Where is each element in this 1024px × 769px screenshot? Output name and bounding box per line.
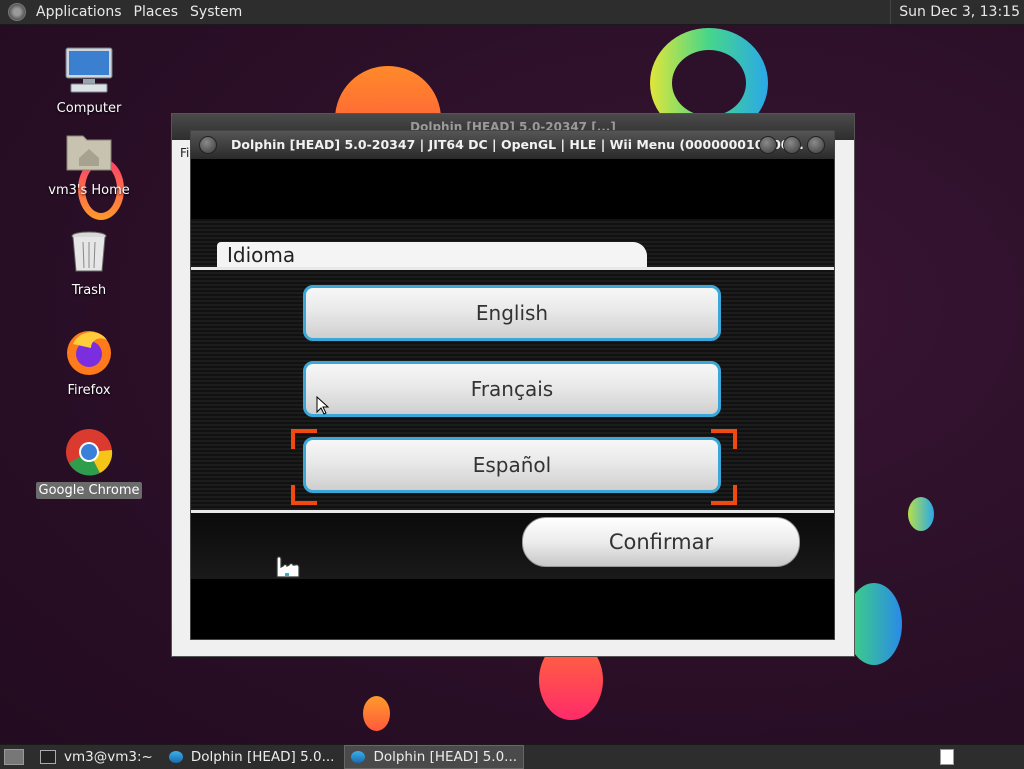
firefox-icon (63, 326, 115, 378)
computer-icon (63, 44, 115, 96)
desktop-icon-firefox[interactable]: Firefox (34, 326, 144, 399)
desktop-icon-label: Trash (71, 283, 107, 298)
trash-icon (63, 226, 115, 278)
dolphin-icon (168, 751, 183, 763)
menu-places[interactable]: Places (128, 4, 185, 20)
close-button[interactable] (807, 136, 825, 154)
chrome-icon (63, 426, 115, 478)
terminal-icon (40, 750, 56, 764)
game-screen[interactable]: Idioma English Français Español Confirma… (191, 159, 834, 639)
window-menu-button[interactable] (199, 136, 217, 154)
desktop-icon-home[interactable]: vm3's Home (34, 126, 144, 199)
clock[interactable]: Sun Dec 3, 13:15 (890, 0, 1020, 24)
wallpaper-shape (908, 497, 934, 531)
window-title: Dolphin [HEAD] 5.0-20347 | JIT64 DC | Op… (231, 137, 804, 152)
menu-applications[interactable]: Applications (30, 4, 128, 20)
window-titlebar[interactable]: Dolphin [HEAD] 5.0-20347 | JIT64 DC | Op… (191, 131, 834, 159)
top-panel: Applications Places System Sun Dec 3, 13… (0, 0, 1024, 25)
desktop-icon-label: Firefox (67, 383, 111, 398)
mouse-cursor-icon (316, 396, 330, 415)
gnome-foot-icon[interactable] (8, 3, 26, 21)
taskbar-item-label: Dolphin [HEAD] 5.0... (373, 749, 518, 765)
home-folder-icon (63, 126, 115, 178)
maximize-button[interactable] (783, 136, 801, 154)
option-francais-button[interactable]: Français (303, 361, 721, 417)
dolphin-render-window[interactable]: Dolphin [HEAD] 5.0-20347 | JIT64 DC | Op… (190, 130, 835, 640)
taskbar-item-dolphin-2[interactable]: Dolphin [HEAD] 5.0... (344, 745, 525, 769)
taskbar-item-label: vm3@vm3:~ (64, 749, 153, 765)
confirm-button[interactable]: Confirmar (522, 517, 800, 567)
taskbar-item-dolphin-1[interactable]: Dolphin [HEAD] 5.0... (163, 746, 341, 768)
show-desktop-icon[interactable] (4, 749, 24, 765)
wallpaper-shape (363, 696, 390, 731)
selection-bracket (291, 429, 317, 449)
language-tab-title: Idioma (217, 242, 647, 268)
selection-bracket (711, 485, 737, 505)
taskbar-item-label: Dolphin [HEAD] 5.0... (190, 749, 335, 765)
desktop-icon-computer[interactable]: Computer (34, 44, 144, 117)
desktop-icon-label: vm3's Home (48, 183, 130, 198)
background-window-menu[interactable]: Fi (180, 146, 189, 160)
desktop-icon-label: Google Chrome (35, 482, 143, 499)
option-english-button[interactable]: English (303, 285, 721, 341)
selection-bracket (711, 429, 737, 449)
wii-pointer-hand-icon (276, 556, 300, 578)
desktop-icon-chrome[interactable]: Google Chrome (34, 426, 144, 499)
dolphin-icon (351, 751, 366, 763)
menu-system[interactable]: System (184, 4, 248, 20)
desktop-icon-label: Computer (56, 101, 122, 116)
minimize-button[interactable] (759, 136, 777, 154)
taskbar: vm3@vm3:~ Dolphin [HEAD] 5.0... Dolphin … (0, 744, 1024, 769)
desktop-icon-trash[interactable]: Trash (34, 226, 144, 299)
selection-bracket (291, 485, 317, 505)
workspace-switcher[interactable] (940, 749, 954, 765)
taskbar-item-terminal[interactable]: vm3@vm3:~ (34, 746, 159, 768)
option-espanol-button[interactable]: Español (303, 437, 721, 493)
